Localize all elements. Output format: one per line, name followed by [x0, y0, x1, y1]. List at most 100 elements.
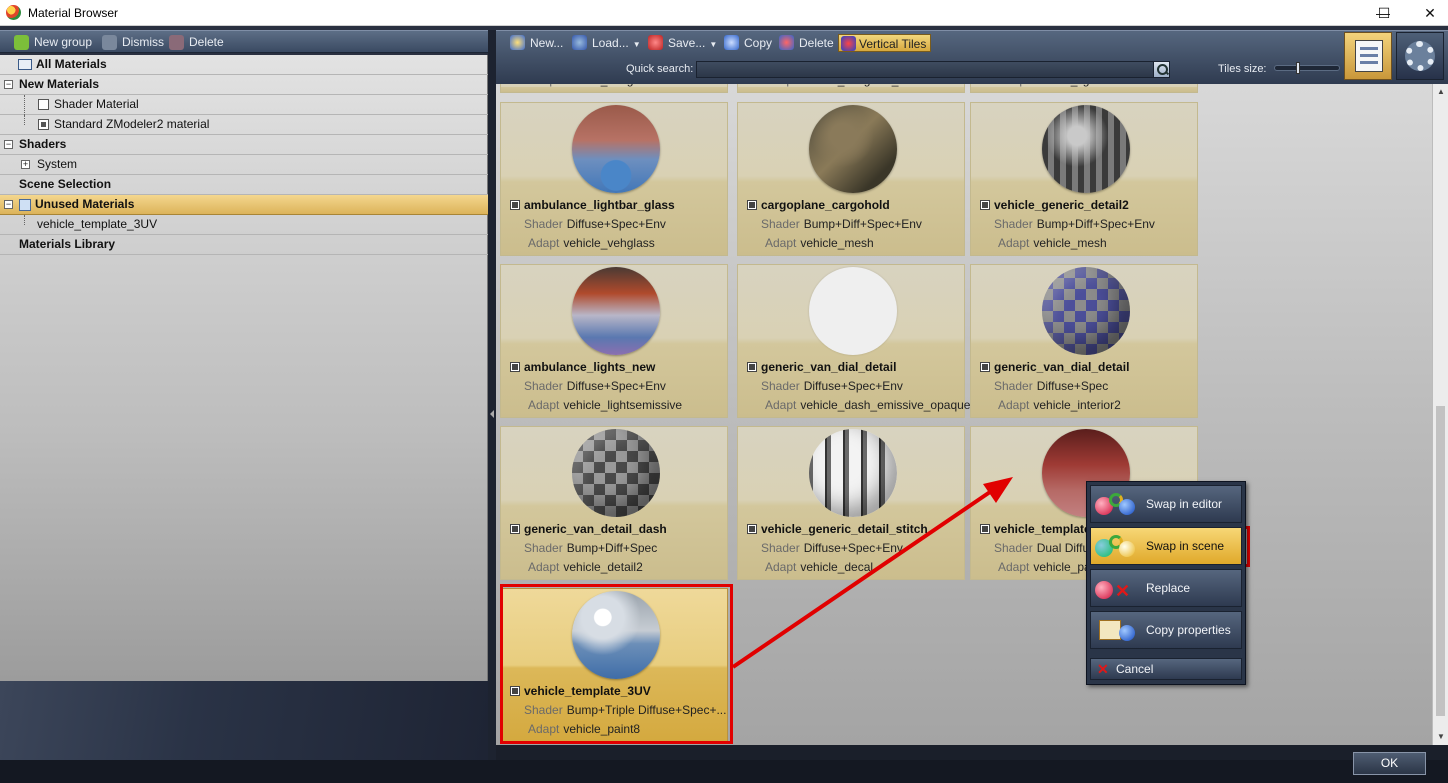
scroll-up-icon[interactable]: ▲ — [1433, 84, 1448, 100]
shader-value: Bump+Diff+Spec+Env — [803, 217, 922, 231]
menu-item-cancel[interactable]: ✕ Cancel — [1090, 658, 1242, 680]
material-tile-partial[interactable]: Adapt vehicle_vehglass_inner — [737, 84, 965, 93]
material-groups-tree: All Materials − New Materials Shader Mat… — [0, 55, 488, 681]
checkbox-filled-icon — [38, 119, 49, 130]
tree-label: Shaders — [19, 137, 67, 151]
tree-label: vehicle_template_3UV — [37, 217, 158, 231]
material-shader: Shader Diffuse+Spec+Env — [761, 379, 903, 393]
quick-search-label: Quick search: — [626, 63, 694, 75]
window-title: Material Browser — [28, 6, 119, 20]
tile-checkbox-icon[interactable] — [510, 524, 520, 534]
material-name: vehicle_template — [994, 522, 1091, 536]
shader-key: Shader — [994, 379, 1033, 393]
settings-button[interactable] — [1396, 32, 1444, 80]
tree-item-standard-material[interactable]: Standard ZModeler2 material — [0, 115, 488, 135]
scroll-thumb[interactable] — [1436, 406, 1445, 716]
panel-splitter[interactable] — [488, 30, 496, 760]
tree-item-shaders[interactable]: − Shaders — [0, 135, 488, 155]
adapt-key: Adapt — [998, 398, 1030, 412]
material-tile[interactable]: ambulance_lightbar_glass Shader Diffuse+Sp… — [500, 102, 728, 256]
delete-icon — [169, 35, 184, 50]
material-tile[interactable]: generic_van_dial_detail Shader Diffuse+Spe… — [970, 264, 1198, 418]
load-icon — [572, 35, 587, 50]
tile-checkbox-icon[interactable] — [510, 362, 520, 372]
collapse-icon[interactable]: − — [4, 140, 13, 149]
menu-item-swap-in-editor[interactable]: Swap in editor — [1090, 485, 1242, 523]
shader-value: Diffuse+Spec+Env — [566, 379, 666, 393]
material-tile-partial[interactable]: Adapt vehicle_vehglass — [500, 84, 728, 93]
new-icon — [510, 35, 525, 50]
adapt-value: vehicle_vehglass — [563, 236, 655, 250]
material-tile[interactable]: generic_van_detail_dash Shader Bump+Diff+S… — [500, 426, 728, 580]
tree-item-unused-materials[interactable]: − Unused Materials — [0, 195, 488, 215]
shader-value: Bump+Diff+Spec — [566, 541, 658, 555]
ok-button[interactable]: OK — [1353, 752, 1426, 775]
material-tile[interactable]: ambulance_lights_new Shader Diffuse+Spec+E… — [500, 264, 728, 418]
dismiss-button[interactable]: Dismiss — [102, 34, 164, 51]
material-adapt: Adapt vehicle_vehglass_inner — [765, 84, 925, 87]
cancel-icon: ✕ — [1097, 661, 1109, 677]
material-name: ambulance_lights_new — [524, 360, 656, 374]
swap-scene-icon — [1095, 534, 1141, 560]
adapt-value: vehicle_interior2 — [1033, 398, 1121, 412]
tile-checkbox-icon[interactable] — [747, 524, 757, 534]
material-tile[interactable]: cargoplane_cargohold Shader Bump+Diff+Spec… — [737, 102, 965, 256]
menu-item-replace[interactable]: ✕ Replace — [1090, 569, 1242, 607]
material-tile[interactable]: vehicle_generic_detail_stitch Shader Diffu… — [737, 426, 965, 580]
save-label: Save... — [668, 36, 706, 50]
scroll-down-icon[interactable]: ▼ — [1433, 729, 1448, 745]
gear-icon — [1405, 41, 1435, 71]
tree-item-system[interactable]: + System — [0, 155, 488, 175]
tiles-size-slider[interactable] — [1274, 62, 1340, 74]
tree-connector — [24, 115, 25, 125]
collapse-icon[interactable]: − — [4, 80, 13, 89]
tree-item-all-materials[interactable]: All Materials — [0, 55, 488, 75]
delete-button[interactable]: Delete — [779, 34, 834, 52]
tree-item-scene-selection[interactable]: Scene Selection — [0, 175, 488, 195]
tree-label: All Materials — [36, 57, 107, 71]
copy-properties-icon — [1095, 618, 1141, 644]
delete-group-button[interactable]: Delete — [169, 34, 224, 51]
material-tile[interactable]: generic_van_dial_detail Shader Diffuse+Spe… — [737, 264, 970, 418]
tile-checkbox-icon[interactable] — [747, 362, 757, 372]
tile-checkbox-icon[interactable] — [980, 524, 990, 534]
tile-checkbox-icon[interactable] — [980, 362, 990, 372]
save-button[interactable]: Save... ▼ — [648, 34, 717, 52]
search-icon[interactable] — [1153, 61, 1170, 78]
menu-item-swap-in-scene[interactable]: Swap in scene — [1090, 527, 1242, 565]
close-button[interactable]: ✕ — [1407, 0, 1448, 26]
tile-checkbox-icon[interactable] — [980, 200, 990, 210]
load-dropdown-icon[interactable]: ▼ — [633, 36, 641, 54]
tree-item-materials-library[interactable]: Materials Library — [0, 235, 488, 255]
material-shader: Shader Diffuse+Spec+Env — [761, 541, 903, 555]
copy-button[interactable]: Copy — [724, 34, 772, 52]
shader-key: Shader — [994, 217, 1033, 231]
new-material-button[interactable]: New... — [510, 34, 563, 52]
load-button[interactable]: Load... ▼ — [572, 34, 641, 52]
vertical-scrollbar[interactable]: ▲ ▼ — [1432, 84, 1448, 745]
menu-item-copy-properties[interactable]: Copy properties — [1090, 611, 1242, 649]
adapt-key: Adapt — [528, 398, 560, 412]
tiles-size-thumb[interactable] — [1296, 62, 1300, 74]
adapt-key: Adapt — [765, 398, 797, 412]
new-group-button[interactable]: New group — [14, 34, 92, 51]
vertical-tiles-toggle[interactable]: Vertical Tiles — [838, 34, 932, 52]
maximize-button[interactable]: ☐ — [1361, 0, 1407, 26]
quick-search-input[interactable] — [696, 61, 1154, 78]
tree-item-vehicle-template[interactable]: vehicle_template_3UV — [0, 215, 488, 235]
shader-value: Dual Diffu — [1036, 541, 1090, 555]
tile-checkbox-icon[interactable] — [747, 200, 757, 210]
shader-key: Shader — [761, 217, 800, 231]
adapt-key: Adapt — [528, 560, 560, 574]
collapse-icon[interactable]: − — [4, 200, 13, 209]
material-tile[interactable]: vehicle_generic_detail2 Shader Bump+Diff+S… — [970, 102, 1198, 256]
expand-icon[interactable]: + — [21, 160, 30, 169]
adapt-value: vehicle_dash_emissive_opaque — [800, 398, 971, 412]
tree-label: Materials Library — [19, 237, 116, 251]
tree-item-shader-material[interactable]: Shader Material — [0, 95, 488, 115]
view-list-button[interactable] — [1344, 32, 1392, 80]
tile-checkbox-icon[interactable] — [510, 200, 520, 210]
material-tile-partial[interactable]: Adapt vehicle_lights — [970, 84, 1198, 93]
tree-item-new-materials[interactable]: − New Materials — [0, 75, 488, 95]
save-dropdown-icon[interactable]: ▼ — [709, 36, 717, 54]
